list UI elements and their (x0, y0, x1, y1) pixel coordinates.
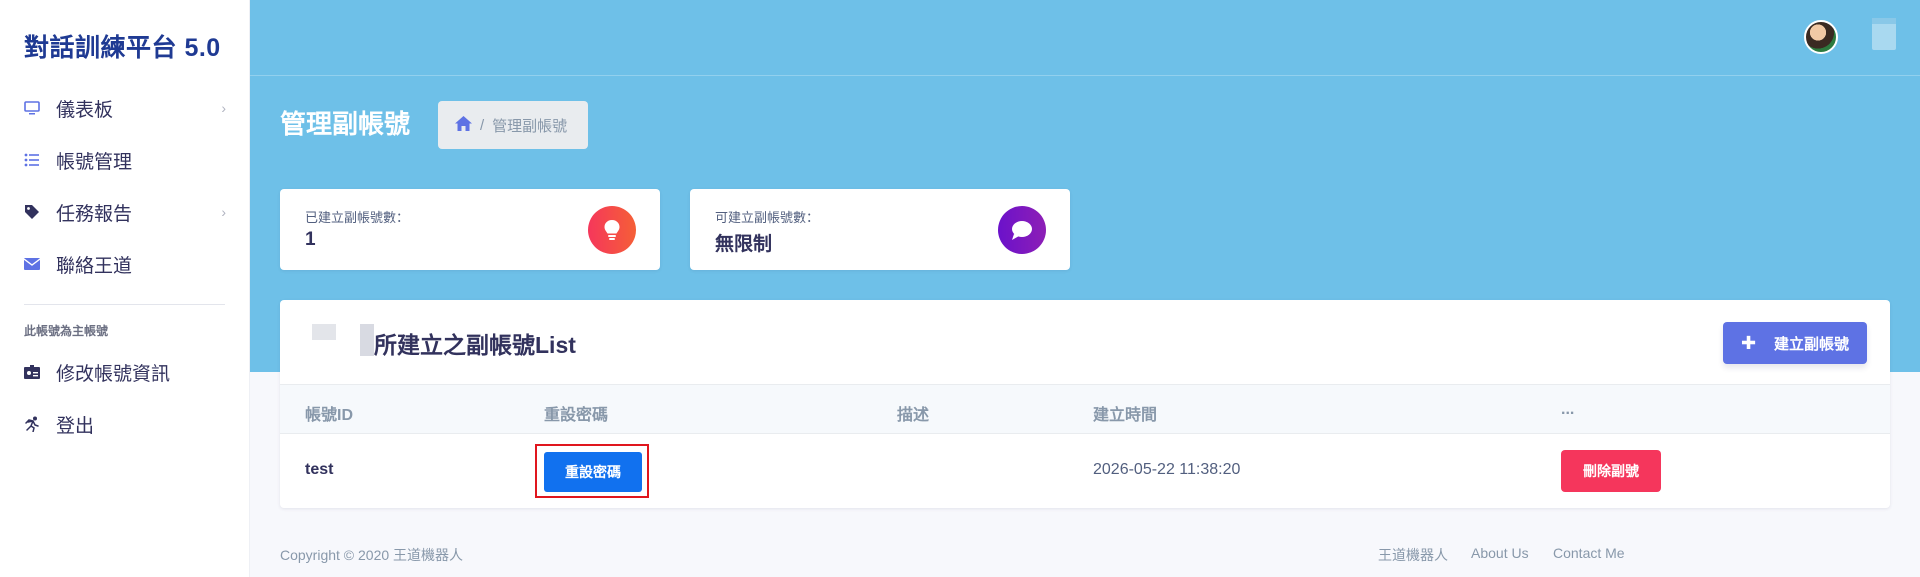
reset-password-button[interactable]: 重設密碼 (544, 452, 642, 492)
sidebar-item-account-management[interactable]: 帳號管理 (0, 134, 250, 186)
table-card-header: 所建立之副帳號List ✚ 建立副帳號 (280, 300, 1890, 384)
monitor-icon (24, 100, 40, 116)
stat-value: 1 (305, 229, 316, 250)
sidebar-item-contact[interactable]: 聯絡王道 (0, 238, 250, 290)
sidebar-divider (24, 304, 225, 305)
footer-link-contact[interactable]: Contact Me (1553, 545, 1625, 561)
sidebar-item-label: 登出 (56, 415, 95, 437)
id-card-icon (24, 364, 40, 380)
sidebar-item-task-report[interactable]: 任務報告 › (0, 186, 250, 238)
breadcrumb-separator: / (480, 116, 485, 134)
stat-label: 可建立副帳號數： (715, 210, 820, 225)
sidebar-account-nav: 修改帳號資訊 登出 (0, 346, 250, 450)
column-header-created[interactable]: 建立時間 (1093, 401, 1157, 425)
footer-link-about[interactable]: About Us (1471, 545, 1529, 561)
sidebar-item-label: 帳號管理 (56, 151, 133, 173)
brand-title[interactable]: 對話訓練平台 5.0 (24, 28, 221, 64)
tag-icon (24, 204, 40, 220)
envelope-icon (24, 256, 40, 272)
lightbulb-icon (588, 206, 636, 254)
sidebar-nav: 儀表板 › 帳號管理 任務報告 › 聯絡王道 (0, 82, 250, 290)
sidebar-item-edit-account[interactable]: 修改帳號資訊 (0, 346, 250, 398)
table-row: test 重設密碼 2026-05-22 11:38:20 刪除副號 (280, 434, 1890, 508)
stat-card-available: 可建立副帳號數： 無限制 (690, 189, 1070, 270)
sidebar-item-dashboard[interactable]: 儀表板 › (0, 82, 250, 134)
avatar[interactable] (1804, 20, 1838, 54)
cell-created-time: 2026-05-22 11:38:20 (1093, 461, 1241, 478)
footer-copyright: Copyright © 2020 王道機器人 (280, 547, 464, 563)
sidebar-section-title: 此帳號為主帳號 (24, 324, 109, 338)
stat-card-created: 已建立副帳號數： 1 (280, 189, 660, 270)
breadcrumb-current: 管理副帳號 (492, 117, 568, 135)
chat-bubble-icon (998, 206, 1046, 254)
breadcrumb: / 管理副帳號 (438, 101, 588, 149)
column-header-reset[interactable]: 重設密碼 (544, 401, 608, 425)
chevron-right-icon: › (221, 100, 226, 116)
top-navbar (250, 0, 1920, 76)
sidebar-item-label: 儀表板 (56, 99, 114, 121)
sidebar-item-logout[interactable]: 登出 (0, 398, 250, 450)
list-icon (24, 152, 40, 168)
sidebar-item-label: 聯絡王道 (56, 255, 133, 277)
column-header-actions[interactable]: ... (1561, 401, 1574, 419)
delete-subaccount-button[interactable]: 刪除副號 (1561, 450, 1661, 492)
table-header: 帳號ID 重設密碼 描述 建立時間 ... (280, 384, 1890, 434)
page-title: 管理副帳號 (280, 109, 411, 139)
running-icon (24, 416, 40, 432)
title-decoration (360, 324, 374, 356)
column-header-id[interactable]: 帳號ID (305, 401, 353, 425)
chevron-right-icon: › (221, 204, 226, 220)
cell-account-id: test (305, 461, 334, 478)
broken-image-icon (312, 324, 336, 340)
footer-link-home[interactable]: 王道機器人 (1378, 545, 1448, 565)
sidebar: 對話訓練平台 5.0 儀表板 › 帳號管理 任務報告 › 聯絡王道 此帳號為主帳… (0, 0, 250, 577)
sidebar-toggle-icon[interactable] (1872, 18, 1896, 50)
create-subaccount-button[interactable]: ✚ 建立副帳號 (1723, 322, 1867, 364)
stat-label: 已建立副帳號數： (305, 210, 410, 225)
sidebar-item-label: 修改帳號資訊 (56, 363, 171, 385)
home-icon[interactable] (455, 115, 472, 135)
column-header-description[interactable]: 描述 (897, 401, 929, 425)
plus-icon: ✚ (1740, 332, 1757, 353)
sidebar-item-label: 任務報告 (56, 203, 133, 225)
subaccount-table-card: 所建立之副帳號List ✚ 建立副帳號 帳號ID 重設密碼 描述 建立時間 ..… (280, 300, 1890, 508)
create-subaccount-label: 建立副帳號 (1774, 335, 1850, 353)
stat-value: 無限制 (715, 234, 773, 255)
table-title: 所建立之副帳號List (374, 332, 576, 358)
reset-highlight-box: 重設密碼 (535, 444, 649, 498)
